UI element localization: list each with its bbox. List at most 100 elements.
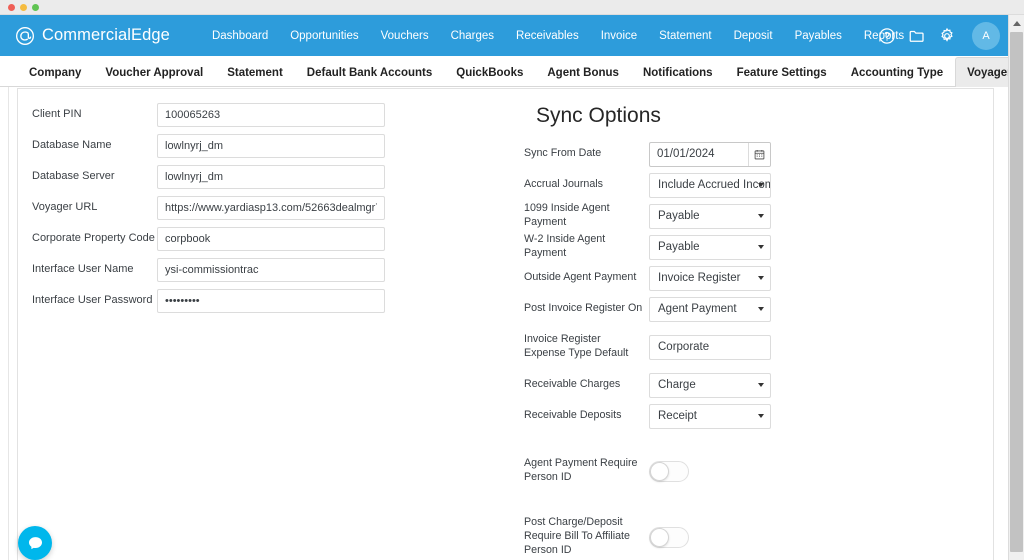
1099-inside-agent-payment-select[interactable]: Payable: [649, 203, 771, 229]
corporate-property-code-input[interactable]: [157, 227, 385, 251]
sync-from-date-value: 01/01/2024: [657, 148, 715, 160]
zoom-window-button[interactable]: [32, 4, 39, 11]
tab-agent-bonus[interactable]: Agent Bonus: [535, 57, 631, 87]
sync-label-post-charge-deposit-require-bill-to-affiliate-person-id: Post Charge/Deposit Require Bill To Affi…: [524, 516, 630, 556]
field-row-interface-user-name: Interface User Name: [18, 255, 398, 285]
tab-feature-settings[interactable]: Feature Settings: [725, 57, 839, 87]
tab-notifications[interactable]: Notifications: [631, 57, 725, 87]
chevron-down-icon: [758, 306, 764, 311]
field-label-interface-user-name: Interface User Name: [32, 263, 134, 276]
sync-row-receivable-charges: Receivable Charges Charge: [508, 370, 848, 400]
sync-row-outside-agent-payment: Outside Agent Payment Invoice Register: [508, 263, 848, 293]
database-server-input[interactable]: [157, 165, 385, 189]
window-titlebar: [0, 0, 1024, 15]
brand-logo[interactable]: CommercialEdge: [15, 26, 170, 46]
chevron-down-icon: [758, 182, 764, 187]
sync-row-post-charge-deposit-require-bill-to-affiliate-person-id: Post Charge/Deposit Require Bill To Affi…: [508, 515, 848, 559]
sync-row-sync-from-date: Sync From Date 01/01/2024: [508, 139, 848, 169]
scroll-up-arrow-icon[interactable]: [1009, 16, 1024, 31]
nav-item-opportunities[interactable]: Opportunities: [279, 24, 369, 48]
sync-label-receivable-deposits: Receivable Deposits: [524, 409, 622, 422]
field-label-corporate-property-code: Corporate Property Code: [32, 232, 155, 245]
sync-row-1099-inside-agent-payment: 1099 Inside Agent Payment Payable: [508, 201, 848, 231]
brand-name: CommercialEdge: [42, 26, 170, 44]
sync-options-section: Sync Options Sync From Date 01/01/2024 A…: [508, 89, 848, 560]
nav-item-dashboard[interactable]: Dashboard: [201, 24, 279, 48]
receivable-deposits-value: Receipt: [658, 409, 697, 422]
nav-item-deposit[interactable]: Deposit: [723, 24, 784, 48]
sync-options-title: Sync Options: [536, 104, 661, 127]
gear-icon[interactable]: [938, 27, 956, 45]
nav-item-payables[interactable]: Payables: [784, 24, 853, 48]
voyager-connection-panel: Client PIN Database Name Database Server…: [17, 88, 994, 560]
interface-user-name-input[interactable]: [157, 258, 385, 282]
avatar[interactable]: A: [972, 21, 1000, 50]
settings-tabs: Company Voucher Approval Statement Defau…: [0, 56, 1024, 87]
sync-row-invoice-register-expense-type-default: Invoice Register Expense Type Default Co…: [508, 325, 848, 369]
sync-label-sync-from-date: Sync From Date: [524, 147, 602, 160]
field-label-voyager-url: Voyager URL: [32, 201, 98, 214]
tab-company[interactable]: Company: [17, 57, 93, 87]
nav-item-receivables[interactable]: Receivables: [505, 24, 590, 48]
client-pin-input[interactable]: [157, 103, 385, 127]
outside-agent-payment-value: Invoice Register: [658, 271, 741, 284]
folder-icon[interactable]: [908, 27, 926, 45]
w2-inside-agent-payment-value: Payable: [658, 240, 700, 253]
sync-from-date-field[interactable]: 01/01/2024: [649, 141, 771, 167]
1099-inside-agent-payment-value: Payable: [658, 209, 700, 222]
nav-item-charges[interactable]: Charges: [440, 24, 505, 48]
tab-default-bank-accounts[interactable]: Default Bank Accounts: [295, 57, 444, 87]
database-name-input[interactable]: [157, 134, 385, 158]
calendar-icon: [754, 149, 765, 159]
help-circle-icon[interactable]: [878, 27, 896, 45]
chevron-down-icon: [758, 275, 764, 280]
field-row-database-name: Database Name: [18, 131, 398, 161]
close-window-button[interactable]: [8, 4, 15, 11]
w2-inside-agent-payment-select[interactable]: Payable: [649, 234, 771, 260]
tab-voucher-approval[interactable]: Voucher Approval: [93, 57, 215, 87]
chevron-down-icon: [758, 244, 764, 249]
invoice-register-expense-type-default-value: Corporate: [658, 340, 710, 353]
window-left-edge: [8, 56, 9, 560]
voyager-url-input[interactable]: [157, 196, 385, 220]
outside-agent-payment-select[interactable]: Invoice Register: [649, 265, 771, 291]
chat-widget-button[interactable]: [18, 526, 52, 560]
receivable-deposits-select[interactable]: Receipt: [649, 403, 771, 429]
chevron-down-icon: [758, 413, 764, 418]
interface-user-password-input[interactable]: [157, 289, 385, 313]
post-invoice-register-on-select[interactable]: Agent Payment: [649, 296, 771, 322]
nav-item-statement[interactable]: Statement: [648, 24, 722, 48]
toggle-knob: [650, 461, 669, 481]
field-label-client-pin: Client PIN: [32, 108, 82, 121]
nav-item-vouchers[interactable]: Vouchers: [370, 24, 440, 48]
accrual-journals-value: Include Accrued Income: [658, 178, 771, 191]
sync-row-agent-payment-require-person-id: Agent Payment Require Person ID: [508, 449, 848, 493]
chat-bubble-icon: [28, 536, 42, 549]
tab-accounting-type[interactable]: Accounting Type: [839, 57, 955, 87]
field-row-interface-user-password: Interface User Password: [18, 286, 398, 316]
tab-quickbooks[interactable]: QuickBooks: [444, 57, 535, 87]
toggle-knob: [650, 527, 669, 547]
post-invoice-register-on-value: Agent Payment: [658, 302, 737, 315]
field-label-interface-user-password: Interface User Password: [32, 294, 153, 307]
invoice-register-expense-type-default-select[interactable]: Corporate: [649, 334, 771, 360]
field-label-database-name: Database Name: [32, 139, 112, 152]
connection-form: Client PIN Database Name Database Server…: [18, 89, 398, 317]
scrollbar-thumb[interactable]: [1010, 32, 1023, 552]
tab-statement[interactable]: Statement: [215, 57, 295, 87]
field-row-client-pin: Client PIN: [18, 100, 398, 130]
nav-item-invoice[interactable]: Invoice: [590, 24, 648, 48]
agent-payment-require-person-id-toggle[interactable]: [649, 460, 689, 482]
field-row-corporate-property-code: Corporate Property Code: [18, 224, 398, 254]
post-charge-deposit-require-bill-to-affiliate-person-id-toggle[interactable]: [649, 526, 689, 548]
accrual-journals-select[interactable]: Include Accrued Income: [649, 172, 771, 198]
main-nav: Dashboard Opportunities Vouchers Charges…: [201, 24, 915, 48]
receivable-charges-value: Charge: [658, 378, 696, 391]
page-scrollbar[interactable]: [1008, 15, 1024, 560]
date-picker-button[interactable]: [748, 142, 770, 166]
field-row-voyager-url: Voyager URL: [18, 193, 398, 223]
chevron-down-icon: [758, 382, 764, 387]
minimize-window-button[interactable]: [20, 4, 27, 11]
sync-label-1099-inside-agent-payment: 1099 Inside Agent Payment: [524, 202, 610, 228]
receivable-charges-select[interactable]: Charge: [649, 372, 771, 398]
